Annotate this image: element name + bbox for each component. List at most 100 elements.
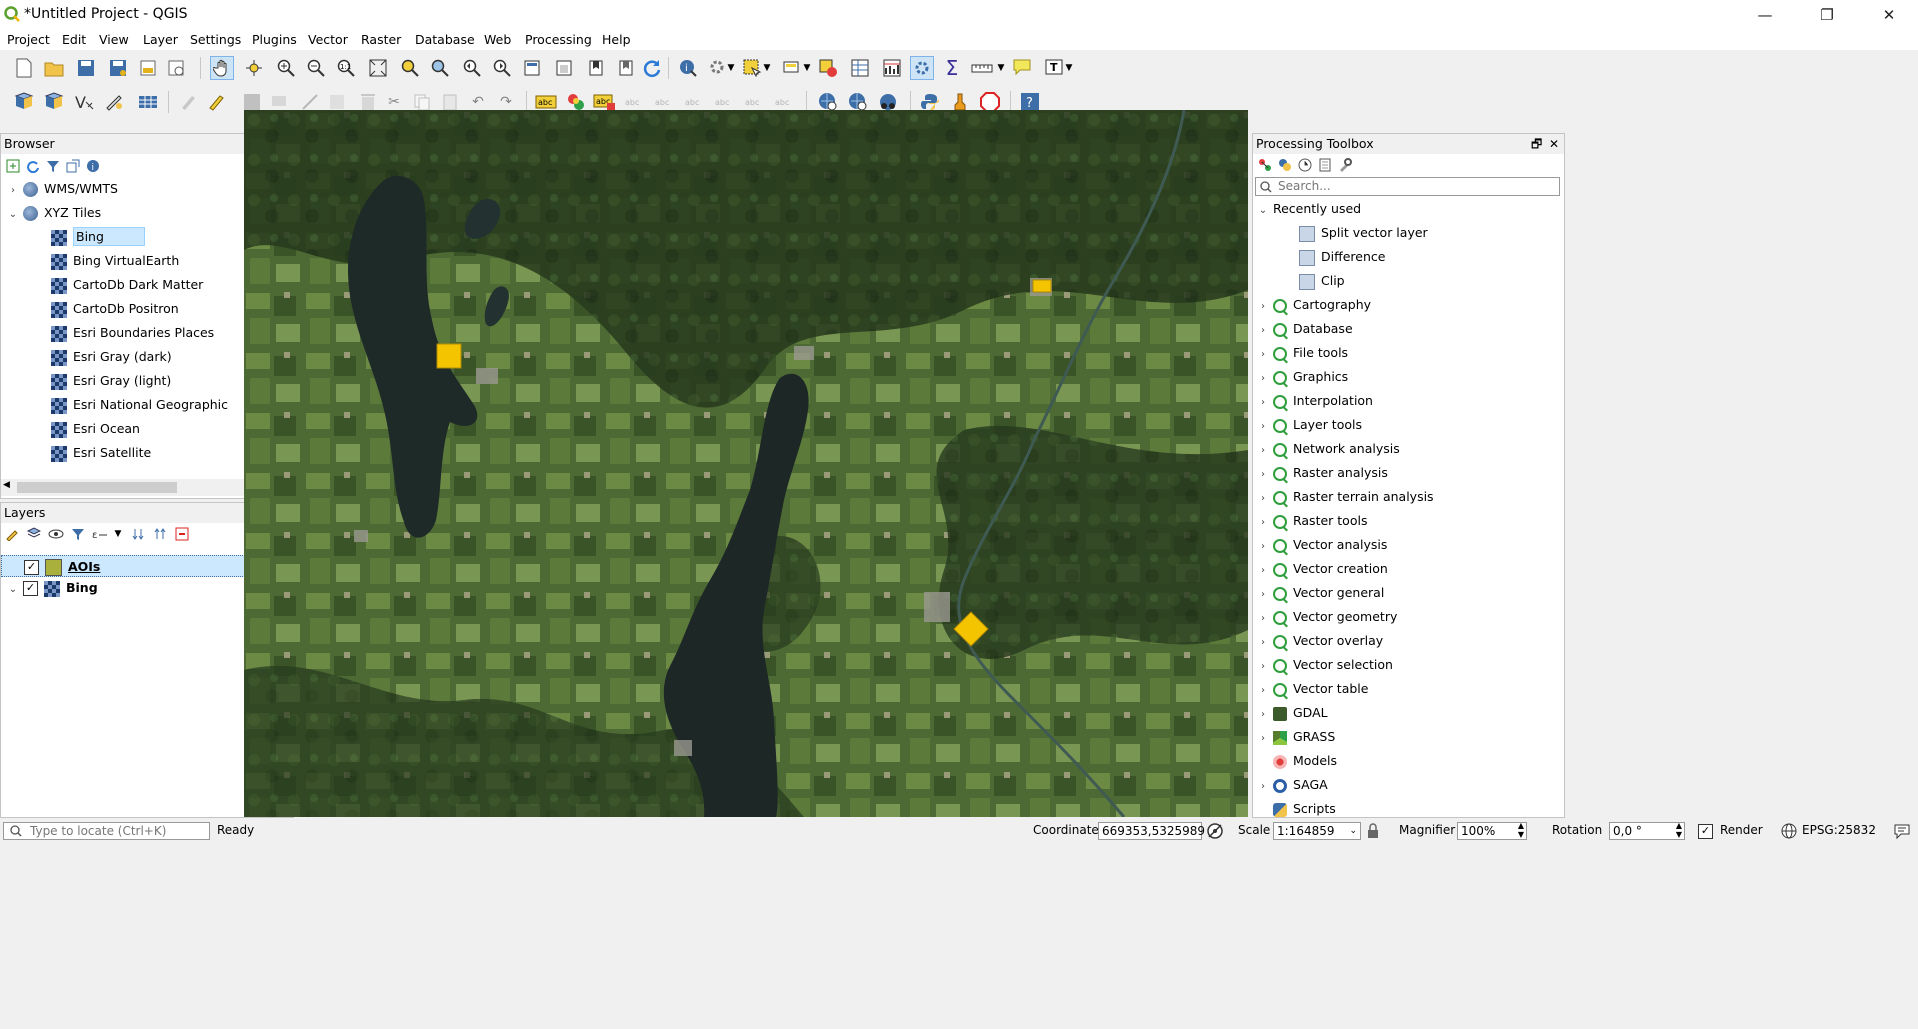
new-map-view-icon[interactable] (520, 56, 544, 80)
aoi-polygon[interactable] (436, 343, 462, 369)
menu-settings[interactable]: Settings (190, 32, 241, 47)
filter-browser-icon[interactable] (44, 157, 62, 175)
layer-visibility-checkbox[interactable]: ✓ (23, 560, 39, 575)
menu-raster[interactable]: Raster (361, 32, 401, 47)
annotation-dropdown-icon[interactable]: ▼ (1064, 56, 1074, 80)
browser-item[interactable]: CartoDb Positron (1, 298, 271, 320)
chevron-right-icon[interactable]: › (1257, 584, 1269, 606)
menu-view[interactable]: View (99, 32, 129, 47)
browser-item[interactable]: › WMS/WMTS (1, 178, 271, 200)
browser-item[interactable]: Esri Gray (light) (1, 370, 271, 392)
browser-item[interactable]: ⌄ XYZ Tiles (1, 202, 271, 224)
toolbox-provider[interactable]: Models (1257, 750, 1337, 772)
attribute-table-icon[interactable] (848, 56, 872, 80)
refresh-icon[interactable] (640, 56, 664, 80)
crs-globe-icon[interactable] (1780, 822, 1798, 840)
pan-to-selection-icon[interactable] (242, 56, 266, 80)
toolbox-algorithm[interactable]: Split vector layer (1299, 222, 1428, 244)
chevron-right-icon[interactable]: › (1257, 344, 1269, 366)
coordinate-field[interactable]: 669353,5325989 (1098, 822, 1205, 840)
zoom-in-icon[interactable] (274, 56, 298, 80)
browser-item[interactable]: Esri Ocean (1, 418, 271, 440)
toolbox-group[interactable]: › Layer tools (1257, 414, 1362, 436)
chevron-right-icon[interactable]: › (1257, 392, 1269, 414)
toolbox-group[interactable]: › Raster tools (1257, 510, 1367, 532)
select-value-dropdown-icon[interactable]: ▼ (802, 56, 812, 80)
add-layer-icon[interactable] (42, 90, 66, 114)
measure-dropdown-icon[interactable]: ▼ (996, 56, 1006, 80)
toolbox-group[interactable]: › Raster terrain analysis (1257, 486, 1434, 508)
bookmark-icon[interactable] (584, 56, 608, 80)
toolbox-group[interactable]: › Vector overlay (1257, 630, 1383, 652)
scroll-left-icon[interactable]: ◀ (3, 480, 10, 490)
chevron-right-icon[interactable]: › (7, 180, 19, 202)
refresh-browser-icon[interactable] (24, 157, 42, 175)
toolbox-provider[interactable]: › GDAL (1257, 702, 1328, 724)
toolbox-search-field[interactable]: Search... (1255, 177, 1560, 196)
chevron-down-icon[interactable]: ⌄ (7, 204, 19, 226)
results-viewer-icon[interactable] (1316, 156, 1334, 174)
chevron-right-icon[interactable]: › (1257, 656, 1269, 678)
new-3d-view-icon[interactable] (552, 56, 576, 80)
select-dropdown-icon[interactable]: ▼ (762, 56, 772, 80)
select-by-value-icon[interactable] (780, 56, 804, 80)
toolbox-group[interactable]: › Graphics (1257, 366, 1348, 388)
print-layout-icon[interactable] (136, 56, 160, 80)
save-project-icon[interactable] (74, 56, 98, 80)
collapse-all-layers-icon[interactable] (151, 525, 169, 543)
chevron-right-icon[interactable]: › (1257, 680, 1269, 702)
zoom-last-icon[interactable] (460, 56, 484, 80)
zoom-to-layer-icon[interactable] (428, 56, 452, 80)
filter-expression-icon[interactable]: ε (91, 525, 109, 543)
models-toolbar-icon[interactable] (1256, 156, 1274, 174)
chevron-right-icon[interactable]: › (1257, 440, 1269, 462)
chevron-right-icon[interactable]: › (1257, 512, 1269, 534)
toolbox-algorithm[interactable]: Difference (1299, 246, 1385, 268)
add-vector-layer-icon[interactable]: V (72, 90, 96, 114)
browser-hscrollbar[interactable]: ◀ ▶ (1, 479, 273, 496)
close-panel-icon[interactable]: ✕ (1549, 134, 1559, 154)
expand-all-icon[interactable] (129, 525, 147, 543)
chevron-right-icon[interactable]: › (1257, 416, 1269, 438)
add-group-icon[interactable] (25, 525, 43, 543)
toolbox-algorithm[interactable]: Clip (1299, 270, 1345, 292)
toolbox-group-recent[interactable]: ⌄ Recently used (1257, 198, 1361, 220)
layer-styling-icon[interactable] (3, 525, 21, 543)
chevron-right-icon[interactable]: › (1257, 704, 1269, 726)
menu-edit[interactable]: Edit (62, 32, 86, 47)
toolbox-group[interactable]: › Database (1257, 318, 1353, 340)
menu-plugins[interactable]: Plugins (252, 32, 297, 47)
new-project-icon[interactable] (12, 56, 36, 80)
locator-field[interactable]: Type to locate (Ctrl+K) (3, 822, 210, 840)
toolbox-group[interactable]: › Vector analysis (1257, 534, 1387, 556)
render-checkbox[interactable]: ✓ (1698, 824, 1713, 839)
actions-dropdown-icon[interactable]: ▼ (726, 56, 736, 80)
filter-dropdown-icon[interactable]: ▼ (109, 525, 127, 543)
scripts-toolbar-icon[interactable] (1276, 156, 1294, 174)
close-window-button[interactable]: ✕ (1866, 2, 1912, 28)
aoi-polygon[interactable] (1032, 279, 1052, 293)
hscroll-thumb[interactable] (17, 482, 177, 493)
pan-map-icon[interactable] (210, 56, 234, 80)
chevron-right-icon[interactable]: › (1257, 320, 1269, 342)
browser-item[interactable]: Esri Boundaries Places (1, 322, 271, 344)
toolbox-group[interactable]: › Cartography (1257, 294, 1371, 316)
text-annotation-icon[interactable]: T (1042, 56, 1066, 80)
processing-toolbox-icon[interactable] (910, 56, 934, 80)
layer-visibility-checkbox[interactable]: ✓ (22, 581, 38, 596)
browser-item[interactable]: Esri National Geographic (1, 394, 271, 416)
map-tips-icon[interactable] (1010, 56, 1034, 80)
toolbox-group[interactable]: › Vector geometry (1257, 606, 1397, 628)
browser-item[interactable]: Bing VirtualEarth (1, 250, 271, 272)
messages-icon[interactable] (1893, 822, 1911, 840)
chevron-right-icon[interactable]: › (1257, 632, 1269, 654)
zoom-full-icon[interactable] (366, 56, 390, 80)
chevron-right-icon[interactable]: › (1257, 464, 1269, 486)
map-canvas[interactable] (244, 110, 1248, 817)
menu-project[interactable]: Project (7, 32, 50, 47)
options-icon[interactable] (1336, 156, 1354, 174)
chevron-right-icon[interactable]: › (1257, 560, 1269, 582)
browser-item[interactable]: Esri Satellite (1, 442, 271, 464)
deselect-icon[interactable] (816, 56, 840, 80)
toolbox-group[interactable]: › Vector creation (1257, 558, 1388, 580)
